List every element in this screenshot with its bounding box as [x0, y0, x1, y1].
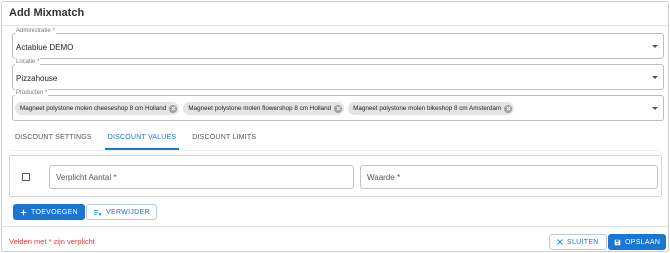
product-chip-label: Magneet polystone molen bikeshop 8 cm Am… — [353, 104, 502, 112]
header-divider — [2, 25, 668, 26]
caret-down-icon[interactable] — [652, 107, 658, 110]
caret-down-icon[interactable] — [652, 76, 658, 79]
locatie-select[interactable]: Locatie * Pizzahouse — [12, 58, 664, 90]
tabs-divider — [12, 150, 658, 151]
tab-discount-values[interactable]: DISCOUNT VALUES — [104, 132, 180, 150]
verwijder-label: VERWIJDER — [106, 208, 150, 216]
product-chips: Magneet polystone molen cheeseshop 8 cm … — [15, 102, 515, 115]
producten-multiselect[interactable]: Producten * Magneet polystone molen chee… — [12, 89, 664, 121]
product-chip: Magneet polystone molen cheeseshop 8 cm … — [15, 102, 180, 115]
waarde-input[interactable]: Waarde * — [360, 165, 658, 189]
footer-divider — [2, 226, 668, 227]
chip-remove-icon[interactable] — [334, 104, 343, 113]
tab-discount-limits[interactable]: DISCOUNT LIMITS — [189, 132, 259, 150]
toevoegen-button[interactable]: TOEVOEGEN — [13, 204, 85, 220]
playlist-remove-icon — [93, 209, 102, 216]
row-select-checkbox[interactable] — [22, 173, 30, 181]
verwijder-button[interactable]: VERWIJDER — [86, 204, 157, 220]
save-icon — [614, 239, 621, 246]
discount-values-panel: Verplicht Aantal * Waarde * — [9, 155, 662, 197]
administratie-select[interactable]: Administratie * Actablue DEMO — [12, 27, 664, 59]
toevoegen-label: TOEVOEGEN — [31, 208, 78, 216]
product-chip: Magneet polystone molen flowershop 8 cm … — [183, 102, 345, 115]
plus-icon — [20, 209, 27, 216]
chip-remove-icon[interactable] — [504, 104, 513, 113]
producten-label: Producten * — [15, 89, 49, 97]
opslaan-label: OPSLAAN — [625, 238, 661, 246]
chip-remove-icon[interactable] — [169, 104, 178, 113]
tab-discount-settings[interactable]: DISCOUNT SETTINGS — [12, 132, 95, 150]
locatie-value: Pizzahouse — [16, 74, 58, 83]
administratie-value: Actablue DEMO — [16, 43, 74, 52]
dialog-title: Add Mixmatch — [9, 7, 85, 19]
sluiten-button[interactable]: SLUITEN — [549, 234, 607, 250]
verplicht-aantal-placeholder: Verplicht Aantal * — [56, 173, 117, 182]
product-chip: Magneet polystone molen bikeshop 8 cm Am… — [348, 102, 515, 115]
add-mixmatch-dialog: Add Mixmatch Administratie * Actablue DE… — [1, 1, 669, 252]
discount-tabs: DISCOUNT SETTINGS DISCOUNT VALUES DISCOU… — [12, 132, 269, 150]
verplicht-aantal-input[interactable]: Verplicht Aantal * — [49, 165, 354, 189]
required-fields-note: Velden met * zijn verplicht — [9, 237, 95, 246]
administratie-label: Administratie * — [15, 27, 56, 35]
locatie-label: Locatie * — [15, 58, 41, 66]
waarde-placeholder: Waarde * — [367, 173, 401, 182]
opslaan-button[interactable]: OPSLAAN — [608, 234, 667, 250]
close-icon — [557, 239, 563, 245]
caret-down-icon[interactable] — [652, 45, 658, 48]
product-chip-label: Magneet polystone molen flowershop 8 cm … — [188, 104, 332, 112]
product-chip-label: Magneet polystone molen cheeseshop 8 cm … — [20, 104, 167, 112]
sluiten-label: SLUITEN — [567, 238, 599, 246]
